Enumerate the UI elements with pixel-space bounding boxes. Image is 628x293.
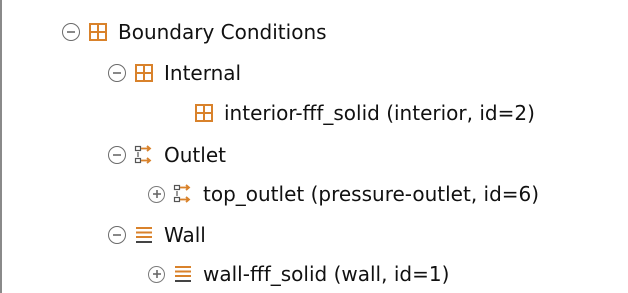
collapse-icon[interactable]	[108, 64, 126, 82]
tree-node-boundary-conditions[interactable]: Boundary Conditions	[62, 16, 327, 48]
tree-node-internal[interactable]: Internal	[108, 57, 241, 89]
tree-node-label: Wall	[164, 223, 206, 247]
tree-node-label: Outlet	[164, 143, 226, 167]
tree-node-label: Boundary Conditions	[118, 20, 327, 44]
boundary-conditions-tree: Boundary Conditions Internal interior-ff…	[0, 0, 628, 293]
tree-leaf-top-outlet[interactable]: top_outlet (pressure-outlet, id=6)	[148, 178, 539, 210]
tree-node-label: top_outlet (pressure-outlet, id=6)	[203, 182, 540, 206]
outlet-flow-icon	[173, 184, 193, 204]
tree-node-label: wall-fff_solid (wall, id=1)	[203, 262, 450, 286]
collapse-icon[interactable]	[108, 226, 126, 244]
tree-node-wall[interactable]: Wall	[108, 219, 206, 251]
grid-table-icon	[88, 22, 108, 42]
grid-table-icon	[194, 103, 214, 123]
collapse-icon[interactable]	[62, 23, 80, 41]
expand-icon[interactable]	[148, 185, 165, 203]
tree-leaf-wall-fff-solid[interactable]: wall-fff_solid (wall, id=1)	[148, 258, 449, 290]
tree-node-label: Internal	[164, 61, 242, 85]
tree-node-outlet[interactable]: Outlet	[108, 139, 226, 171]
wall-lines-icon	[173, 264, 193, 284]
expand-icon[interactable]	[148, 265, 165, 283]
collapse-icon[interactable]	[108, 146, 126, 164]
tree-node-label: interior-fff_solid (interior, id=2)	[224, 101, 535, 125]
tree-leaf-interior-fff-solid[interactable]: interior-fff_solid (interior, id=2)	[194, 97, 535, 129]
grid-table-icon	[134, 63, 154, 83]
wall-lines-icon	[134, 225, 154, 245]
outlet-flow-icon	[134, 145, 154, 165]
